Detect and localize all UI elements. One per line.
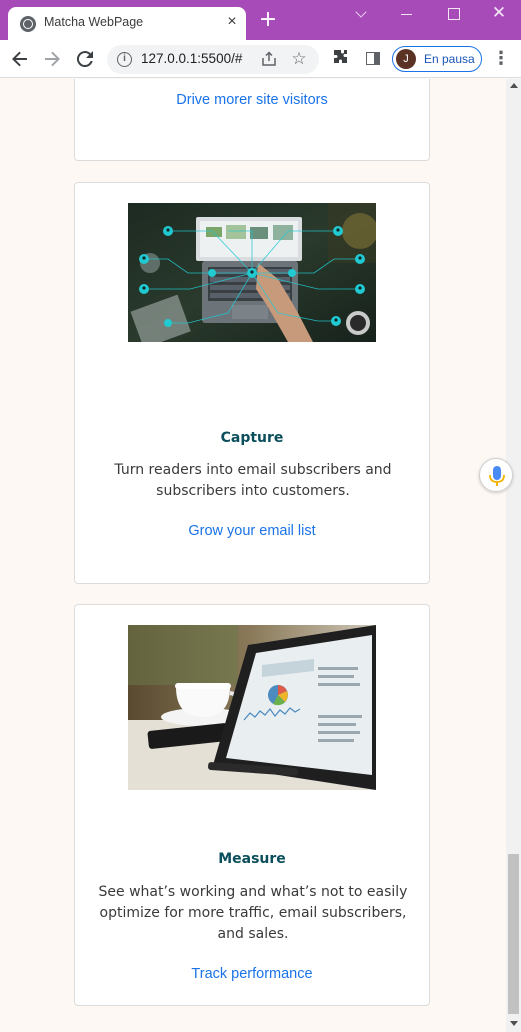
mic-icon[interactable] — [479, 458, 513, 492]
capture-description: Turn readers into email subscribers and … — [114, 462, 392, 499]
maximize-button[interactable] — [438, 4, 468, 24]
feature-card-capture: Capture Turn readers into email subscrib… — [74, 182, 430, 584]
page-viewport: Drive morer site visitors Capture Turn r… — [0, 79, 506, 1032]
profile-status: En pausa — [424, 52, 475, 66]
url-text[interactable]: 127.0.0.1:5500/# — [141, 51, 242, 66]
globe-icon — [20, 16, 36, 32]
extensions-icon[interactable] — [329, 47, 353, 71]
tab-strip: Matcha WebPage × + ✕ — [0, 0, 521, 40]
grow-email-link[interactable]: Grow your email list — [75, 523, 429, 539]
side-panel-icon[interactable] — [361, 47, 385, 71]
laptop-network-photo — [128, 203, 376, 342]
capture-title: Capture — [220, 430, 284, 446]
tab-search-button[interactable] — [346, 4, 376, 24]
close-icon[interactable]: × — [222, 12, 242, 32]
tab-title: Matcha WebPage — [44, 15, 144, 29]
reload-icon[interactable] — [73, 47, 97, 71]
scroll-up-arrow[interactable] — [510, 83, 518, 88]
minimize-button[interactable] — [392, 4, 422, 24]
vertical-scrollbar[interactable] — [506, 79, 521, 1032]
track-performance-link[interactable]: Track performance — [75, 966, 429, 982]
new-tab-button[interactable]: + — [256, 9, 280, 33]
info-icon[interactable]: i — [117, 52, 132, 67]
scroll-thumb[interactable] — [508, 854, 519, 1014]
menu-icon[interactable]: ⋮ — [489, 47, 513, 71]
measure-title: Measure — [218, 851, 286, 867]
scroll-down-arrow[interactable] — [510, 1021, 518, 1026]
back-icon[interactable] — [8, 47, 32, 71]
address-bar[interactable]: i 127.0.0.1:5500/# ☆ — [107, 45, 319, 74]
tablet-analytics-photo — [128, 625, 376, 790]
drive-visitors-link[interactable]: Drive morer site visitors — [75, 92, 429, 108]
share-icon[interactable] — [259, 50, 279, 70]
measure-description: See what’s working and what’s not to eas… — [98, 884, 408, 942]
tab-matcha[interactable]: Matcha WebPage × — [8, 7, 246, 40]
profile-button[interactable]: J En pausa — [392, 46, 482, 72]
browser-toolbar: i 127.0.0.1:5500/# ☆ J En pausa ⋮ — [0, 40, 521, 78]
avatar: J — [396, 49, 416, 69]
forward-icon[interactable] — [40, 47, 64, 71]
window-close-button[interactable]: ✕ — [484, 4, 514, 24]
feature-card-measure: Measure See what’s working and what’s no… — [74, 604, 430, 1006]
star-icon[interactable]: ☆ — [289, 49, 309, 69]
feature-card-drive: Drive morer site visitors — [74, 79, 430, 161]
